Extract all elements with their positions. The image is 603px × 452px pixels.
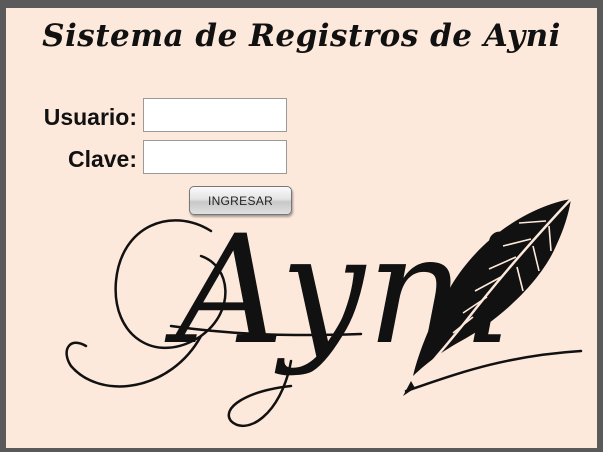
- username-field[interactable]: [143, 98, 287, 132]
- ayni-logo: Ayni: [61, 186, 591, 448]
- password-field[interactable]: [143, 140, 287, 174]
- quill-pen-icon: [403, 198, 572, 396]
- login-window: Sistema de Registros de Ayni Usuario: Cl…: [6, 8, 597, 448]
- password-label: Clave:: [67, 146, 137, 172]
- username-label: Usuario:: [43, 104, 137, 130]
- app-title: Sistema de Registros de Ayni: [42, 18, 561, 54]
